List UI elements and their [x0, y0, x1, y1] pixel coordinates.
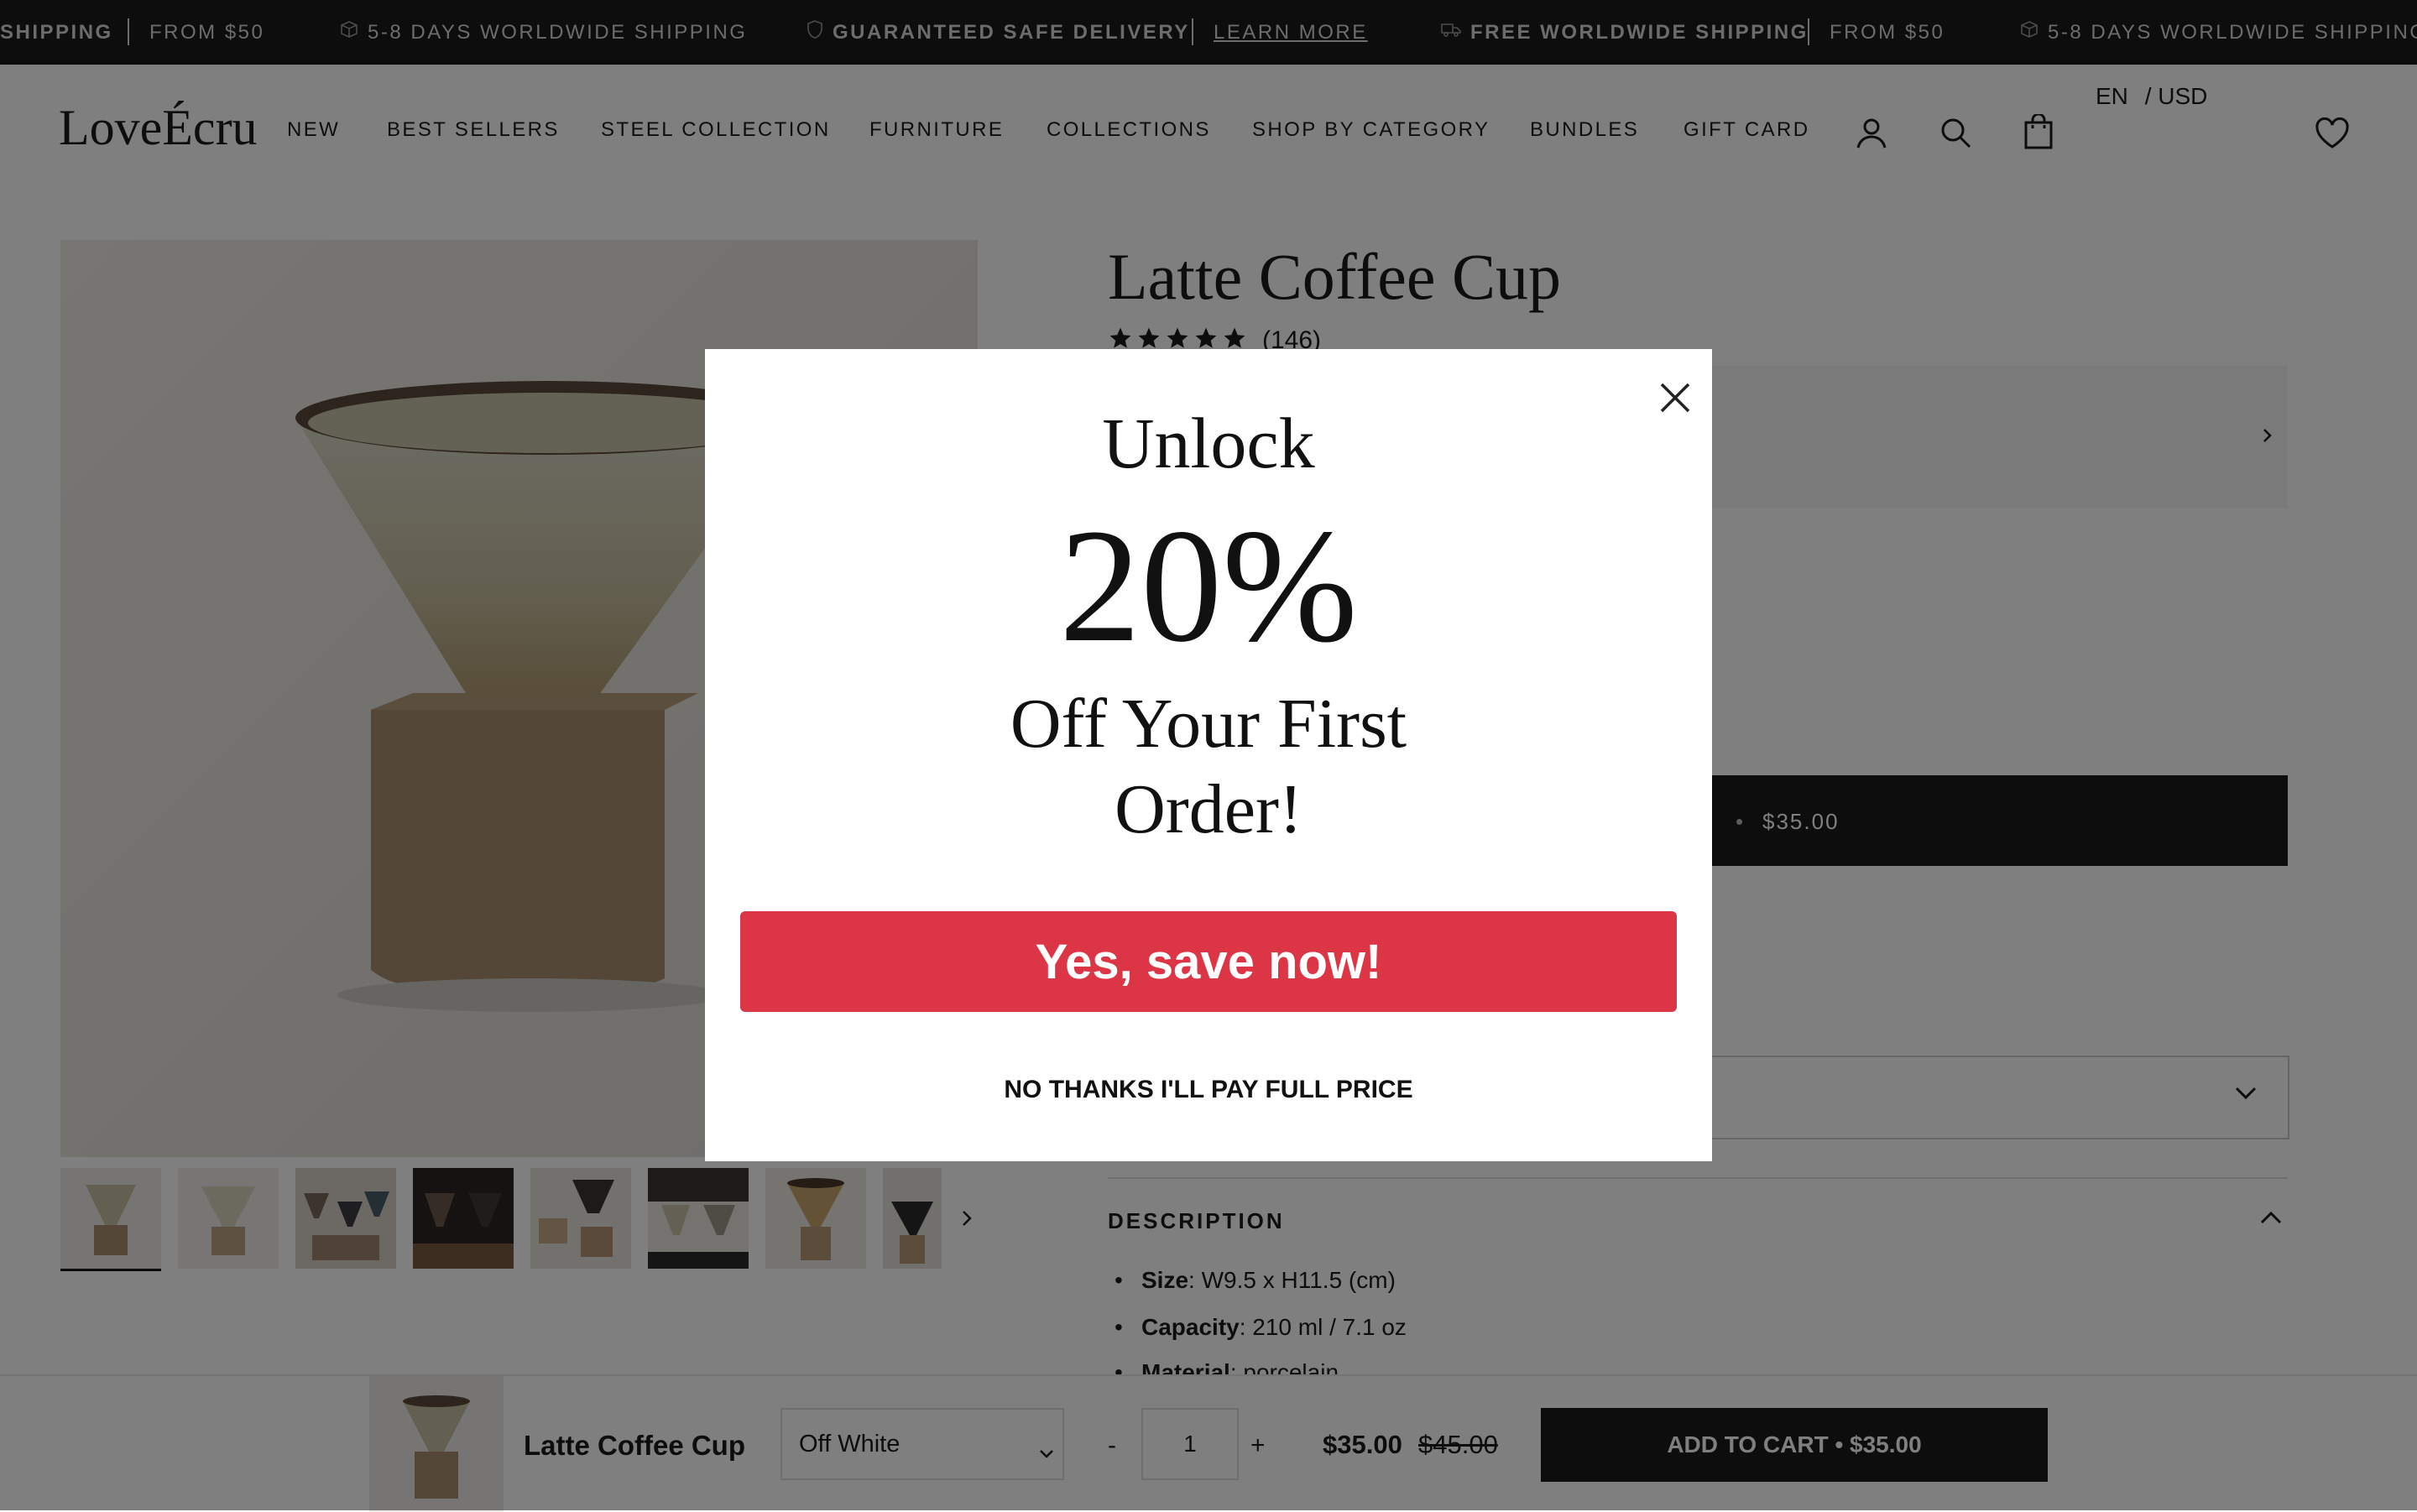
claim-discount-button[interactable]: Yes, save now!: [740, 911, 1677, 1012]
decline-link[interactable]: NO THANKS I'LL PAY FULL PRICE: [705, 1076, 1712, 1104]
popup-heading: Unlock: [1102, 403, 1315, 483]
popup-subheading: Off Your First Order!: [1010, 685, 1407, 848]
discount-popup: Unlock 20% Off Your First Order! Yes, sa…: [705, 349, 1712, 1161]
popup-discount-percent: 20%: [1059, 495, 1358, 675]
